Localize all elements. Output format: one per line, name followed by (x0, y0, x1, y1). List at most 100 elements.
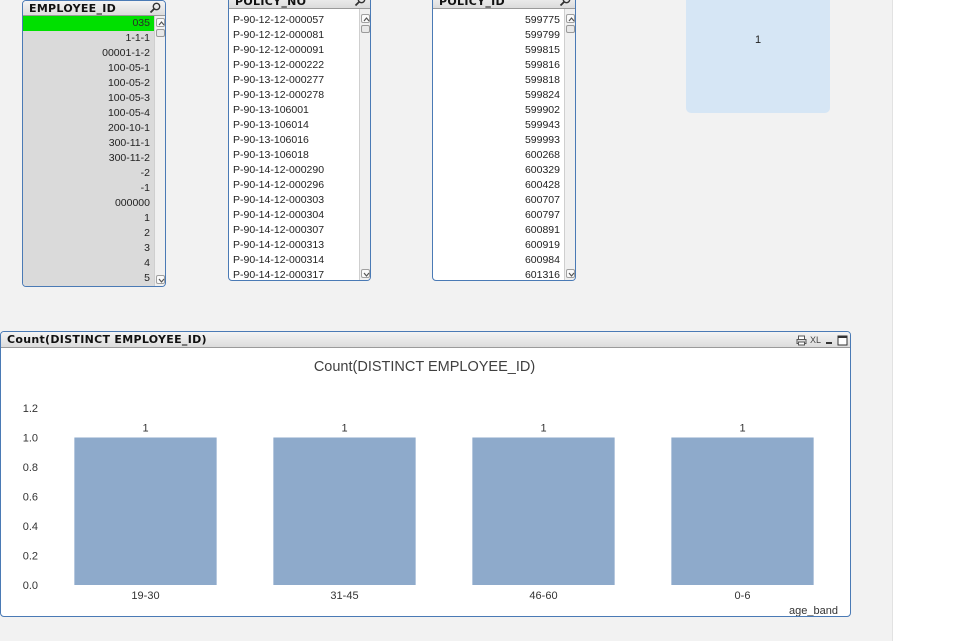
list-item[interactable]: 599775 (433, 13, 564, 28)
listbox-header[interactable]: EMPLOYEE_ID (23, 1, 165, 16)
bar-46-60 (472, 437, 615, 585)
list-item[interactable]: -1 (23, 181, 154, 196)
list-item[interactable]: P-90-13-12-000222 (229, 58, 359, 73)
list-item[interactable]: 5 (23, 271, 154, 286)
bar-chart: Count(DISTINCT EMPLOYEE_ID) 0.0 0.2 0.4 0.6 0… (23, 359, 838, 616)
chart-caption-tools: XL (793, 333, 848, 347)
listbox-header[interactable]: POLICY_NO (229, 0, 370, 9)
list-item[interactable]: 100-05-1 (23, 61, 154, 76)
scroll-up-icon[interactable] (566, 14, 575, 23)
listbox-values[interactable]: P-90-12-12-000057 P-90-12-12-000081 P-90-1… (229, 13, 359, 280)
list-item[interactable]: 2 (23, 226, 154, 241)
list-item[interactable]: P-90-14-12-000304 (229, 208, 359, 223)
list-item[interactable]: P-90-13-106001 (229, 103, 359, 118)
maximize-icon[interactable] (837, 334, 848, 347)
list-item[interactable]: P-90-12-12-000091 (229, 43, 359, 58)
search-icon[interactable] (354, 0, 366, 7)
right-margin-panel (892, 0, 960, 641)
list-item[interactable]: 4 (23, 256, 154, 271)
scroll-down-icon[interactable] (566, 269, 575, 278)
scroll-thumb[interactable] (566, 25, 575, 33)
list-item[interactable]: P-90-13-106016 (229, 133, 359, 148)
listbox-title: EMPLOYEE_ID (29, 2, 117, 15)
scrollbar[interactable] (564, 9, 575, 280)
scroll-up-icon[interactable] (156, 18, 165, 27)
count-text-box[interactable]: 1 (686, 0, 830, 113)
list-item[interactable]: P-90-12-12-000081 (229, 28, 359, 43)
data-label: 1 (341, 423, 347, 435)
scroll-thumb[interactable] (156, 29, 165, 37)
list-item[interactable]: 600891 (433, 223, 564, 238)
search-icon[interactable] (149, 2, 161, 14)
list-item[interactable]: 100-05-3 (23, 91, 154, 106)
data-label: 1 (540, 423, 546, 435)
list-item[interactable]: 599902 (433, 103, 564, 118)
list-item[interactable]: P-90-12-12-000057 (229, 13, 359, 28)
list-item[interactable]: 200-10-1 (23, 121, 154, 136)
list-item[interactable]: 1 (23, 211, 154, 226)
search-icon[interactable] (559, 0, 571, 7)
listbox-values[interactable]: 035 1-1-1 00001-1-2 100-05-1 100-05-2 100-05-… (23, 16, 154, 286)
list-item[interactable]: P-90-14-12-000296 (229, 178, 359, 193)
list-item[interactable]: 599799 (433, 28, 564, 43)
list-item-selected[interactable]: 035 (23, 16, 154, 31)
list-item[interactable]: P-90-14-12-000314 (229, 253, 359, 268)
listbox-policy-id[interactable]: POLICY_ID 599775 599799 599815 599816 599818… (432, 0, 576, 281)
list-item[interactable]: 1-1-1 (23, 31, 154, 46)
listbox-employee-id[interactable]: EMPLOYEE_ID 035 1-1-1 00001-1-2 100-05-1 100… (22, 0, 166, 287)
print-icon[interactable] (796, 334, 807, 347)
chart-object[interactable]: Count(DISTINCT EMPLOYEE_ID) XL Count(DIS… (0, 331, 851, 617)
x-tick-label: 31-45 (330, 590, 358, 602)
list-item[interactable]: P-90-14-12-000307 (229, 223, 359, 238)
scroll-up-icon[interactable] (361, 14, 370, 23)
list-item[interactable]: 600984 (433, 253, 564, 268)
listbox-values[interactable]: 599775 599799 599815 599816 599818 599824 5999… (433, 13, 564, 280)
list-item[interactable]: P-90-14-12-000313 (229, 238, 359, 253)
list-item[interactable]: P-90-13-12-000278 (229, 88, 359, 103)
y-tick-label: 0.2 (23, 551, 38, 563)
bar-19-30 (74, 437, 217, 585)
listbox-policy-no[interactable]: POLICY_NO P-90-12-12-000057 P-90-12-12-00… (228, 0, 371, 281)
list-item[interactable]: 599815 (433, 43, 564, 58)
scroll-thumb[interactable] (361, 25, 370, 33)
scroll-down-icon[interactable] (361, 269, 370, 278)
scrollbar[interactable] (359, 9, 370, 280)
list-item[interactable]: 300-11-2 (23, 151, 154, 166)
list-item[interactable]: P-90-13-106018 (229, 148, 359, 163)
y-tick-label: 1.0 (23, 433, 38, 445)
send-to-excel-button[interactable]: XL (810, 334, 821, 347)
listbox-title: POLICY_NO (235, 0, 307, 8)
list-item[interactable]: 599943 (433, 118, 564, 133)
list-item[interactable]: 600797 (433, 208, 564, 223)
list-item[interactable]: 3 (23, 241, 154, 256)
list-item[interactable]: -2 (23, 166, 154, 181)
chart-title: Count(DISTINCT EMPLOYEE_ID) (314, 359, 535, 375)
chart-caption[interactable]: Count(DISTINCT EMPLOYEE_ID) XL (1, 332, 850, 348)
list-item[interactable]: P-90-14-12-000290 (229, 163, 359, 178)
list-item[interactable]: P-90-14-12-000317 (229, 268, 359, 280)
list-item[interactable]: 000000 (23, 196, 154, 211)
list-item[interactable]: 599818 (433, 73, 564, 88)
scrollbar[interactable] (154, 16, 165, 286)
list-item[interactable]: 300-11-1 (23, 136, 154, 151)
bar-0-6 (671, 437, 814, 585)
y-tick-label: 0.0 (23, 580, 38, 592)
list-item[interactable]: 599993 (433, 133, 564, 148)
list-item[interactable]: 600919 (433, 238, 564, 253)
list-item[interactable]: 600428 (433, 178, 564, 193)
list-item[interactable]: 00001-1-2 (23, 46, 154, 61)
minimize-icon[interactable] (824, 334, 834, 347)
list-item[interactable]: P-90-13-12-000277 (229, 73, 359, 88)
list-item[interactable]: 600268 (433, 148, 564, 163)
list-item[interactable]: 100-05-4 (23, 106, 154, 121)
list-item[interactable]: 601316 (433, 268, 564, 280)
list-item[interactable]: 600707 (433, 193, 564, 208)
list-item[interactable]: P-90-14-12-000303 (229, 193, 359, 208)
scroll-down-icon[interactable] (156, 275, 165, 284)
listbox-header[interactable]: POLICY_ID (433, 0, 575, 9)
list-item[interactable]: 599816 (433, 58, 564, 73)
list-item[interactable]: 100-05-2 (23, 76, 154, 91)
list-item[interactable]: 600329 (433, 163, 564, 178)
list-item[interactable]: P-90-13-106014 (229, 118, 359, 133)
list-item[interactable]: 599824 (433, 88, 564, 103)
